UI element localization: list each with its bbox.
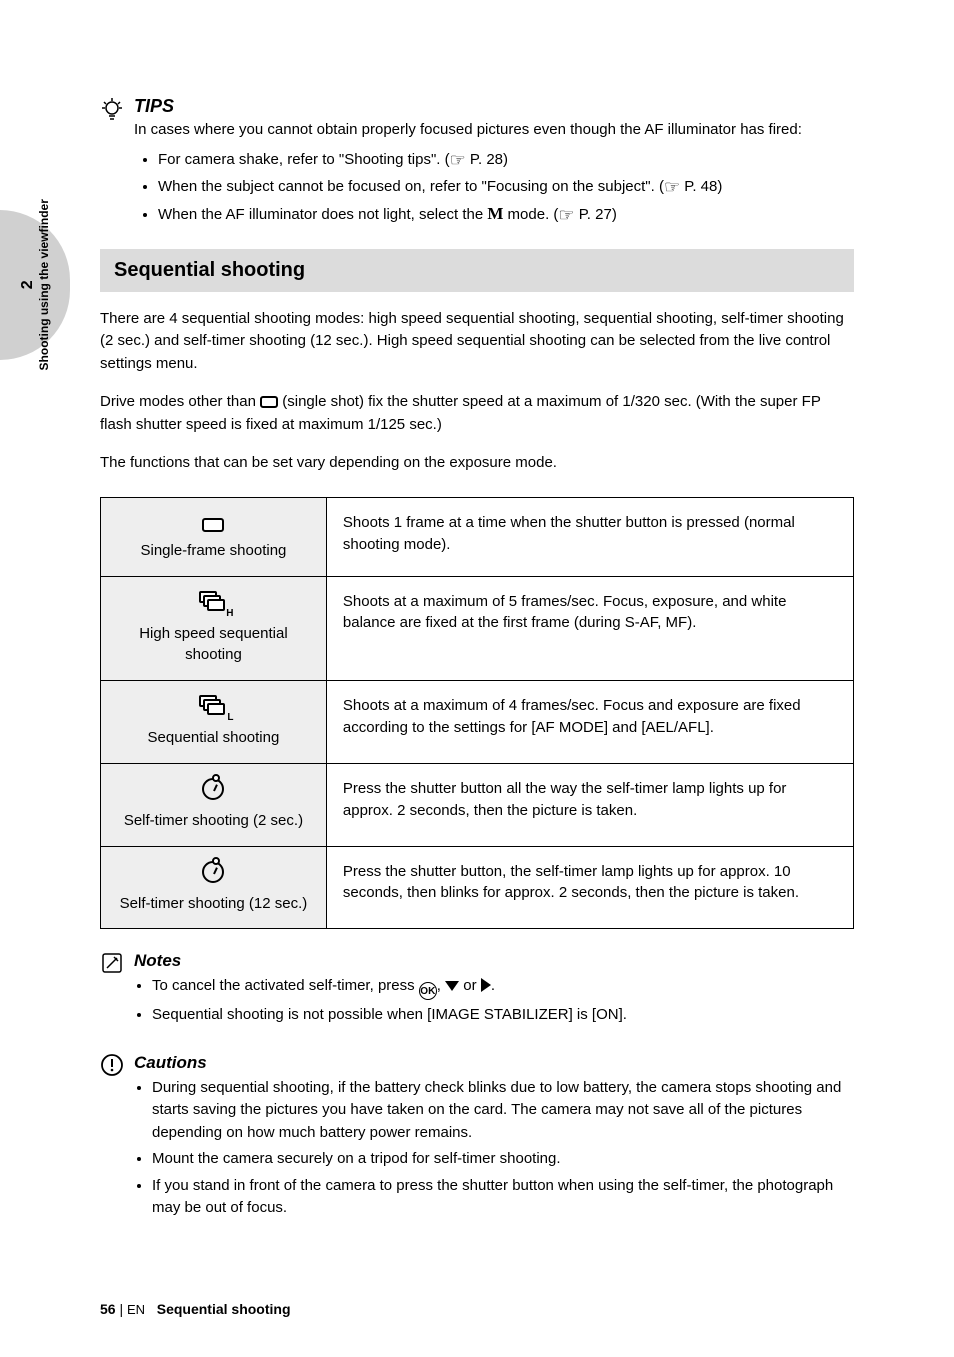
m-mode-icon: M <box>487 204 503 223</box>
hand-pointer-icon: ☞ <box>558 202 574 229</box>
section-heading: Sequential shooting <box>100 249 854 292</box>
intro-paragraph: There are 4 sequential shooting modes: h… <box>100 308 854 376</box>
cautions-title: Cautions <box>134 1053 207 1072</box>
down-arrow-icon <box>445 981 459 991</box>
notes-title: Notes <box>134 951 181 970</box>
list-item: Sequential shooting is not possible when… <box>152 1004 854 1027</box>
tips-title: TIPS <box>134 96 174 116</box>
hand-pointer-icon: ☞ <box>450 147 466 174</box>
notes-block: Notes To cancel the activated self-timer… <box>100 951 854 1031</box>
mode-description: Shoots at a maximum of 5 frames/sec. Foc… <box>326 576 853 681</box>
note-icon <box>100 951 124 979</box>
mode-description: Shoots 1 frame at a time when the shutte… <box>326 497 853 576</box>
bulb-icon <box>100 96 124 126</box>
list-item: Mount the camera securely on a tripod fo… <box>152 1148 854 1171</box>
single-shot-icon <box>117 512 310 534</box>
list-item: To cancel the activated self-timer, pres… <box>152 975 854 1000</box>
drive-modes-table: Single-frame shooting Shoots 1 frame at … <box>100 497 854 930</box>
self-timer-icon <box>117 861 310 887</box>
mode-description: Press the shutter button all the way the… <box>326 763 853 846</box>
tips-item: When the AF illuminator does not light, … <box>158 201 854 229</box>
table-row: Self-timer shooting (12 sec.) Press the … <box>101 846 854 929</box>
hand-pointer-icon: ☞ <box>664 174 680 201</box>
right-arrow-icon <box>481 978 491 992</box>
tips-list: For camera shake, refer to "Shooting tip… <box>140 147 854 229</box>
tips-block: TIPS In cases where you cannot obtain pr… <box>100 96 854 229</box>
self-timer-icon <box>117 778 310 804</box>
notes-list: To cancel the activated self-timer, pres… <box>152 975 854 1027</box>
mode-description: Press the shutter button, the self-timer… <box>326 846 853 929</box>
tips-item: For camera shake, refer to "Shooting tip… <box>158 147 854 174</box>
intro-paragraph: Drive modes other than (single shot) fix… <box>100 391 854 436</box>
cautions-block: Cautions During sequential shooting, if … <box>100 1053 854 1224</box>
table-row: Self-timer shooting (2 sec.) Press the s… <box>101 763 854 846</box>
mode-description: Shoots at a maximum of 4 frames/sec. Foc… <box>326 681 853 764</box>
tips-item: When the subject cannot be focused on, r… <box>158 174 854 201</box>
cautions-list: During sequential shooting, if the batte… <box>152 1077 854 1220</box>
burst-high-icon: H <box>117 591 310 617</box>
page-footer: 56 | EN Sequential shooting <box>100 1301 291 1317</box>
single-shot-icon <box>260 396 278 408</box>
table-row: L Sequential shooting Shoots at a maximu… <box>101 681 854 764</box>
list-item: During sequential shooting, if the batte… <box>152 1077 854 1145</box>
table-row: Single-frame shooting Shoots 1 frame at … <box>101 497 854 576</box>
burst-low-icon: L <box>117 695 310 721</box>
list-item: If you stand in front of the camera to p… <box>152 1175 854 1220</box>
table-row: H High speed sequential shooting Shoots … <box>101 576 854 681</box>
ok-button-icon: OK <box>419 982 437 1000</box>
tips-lead: In cases where you cannot obtain properl… <box>134 119 802 141</box>
caution-icon <box>100 1053 124 1081</box>
intro-paragraph: The functions that can be set vary depen… <box>100 452 854 475</box>
